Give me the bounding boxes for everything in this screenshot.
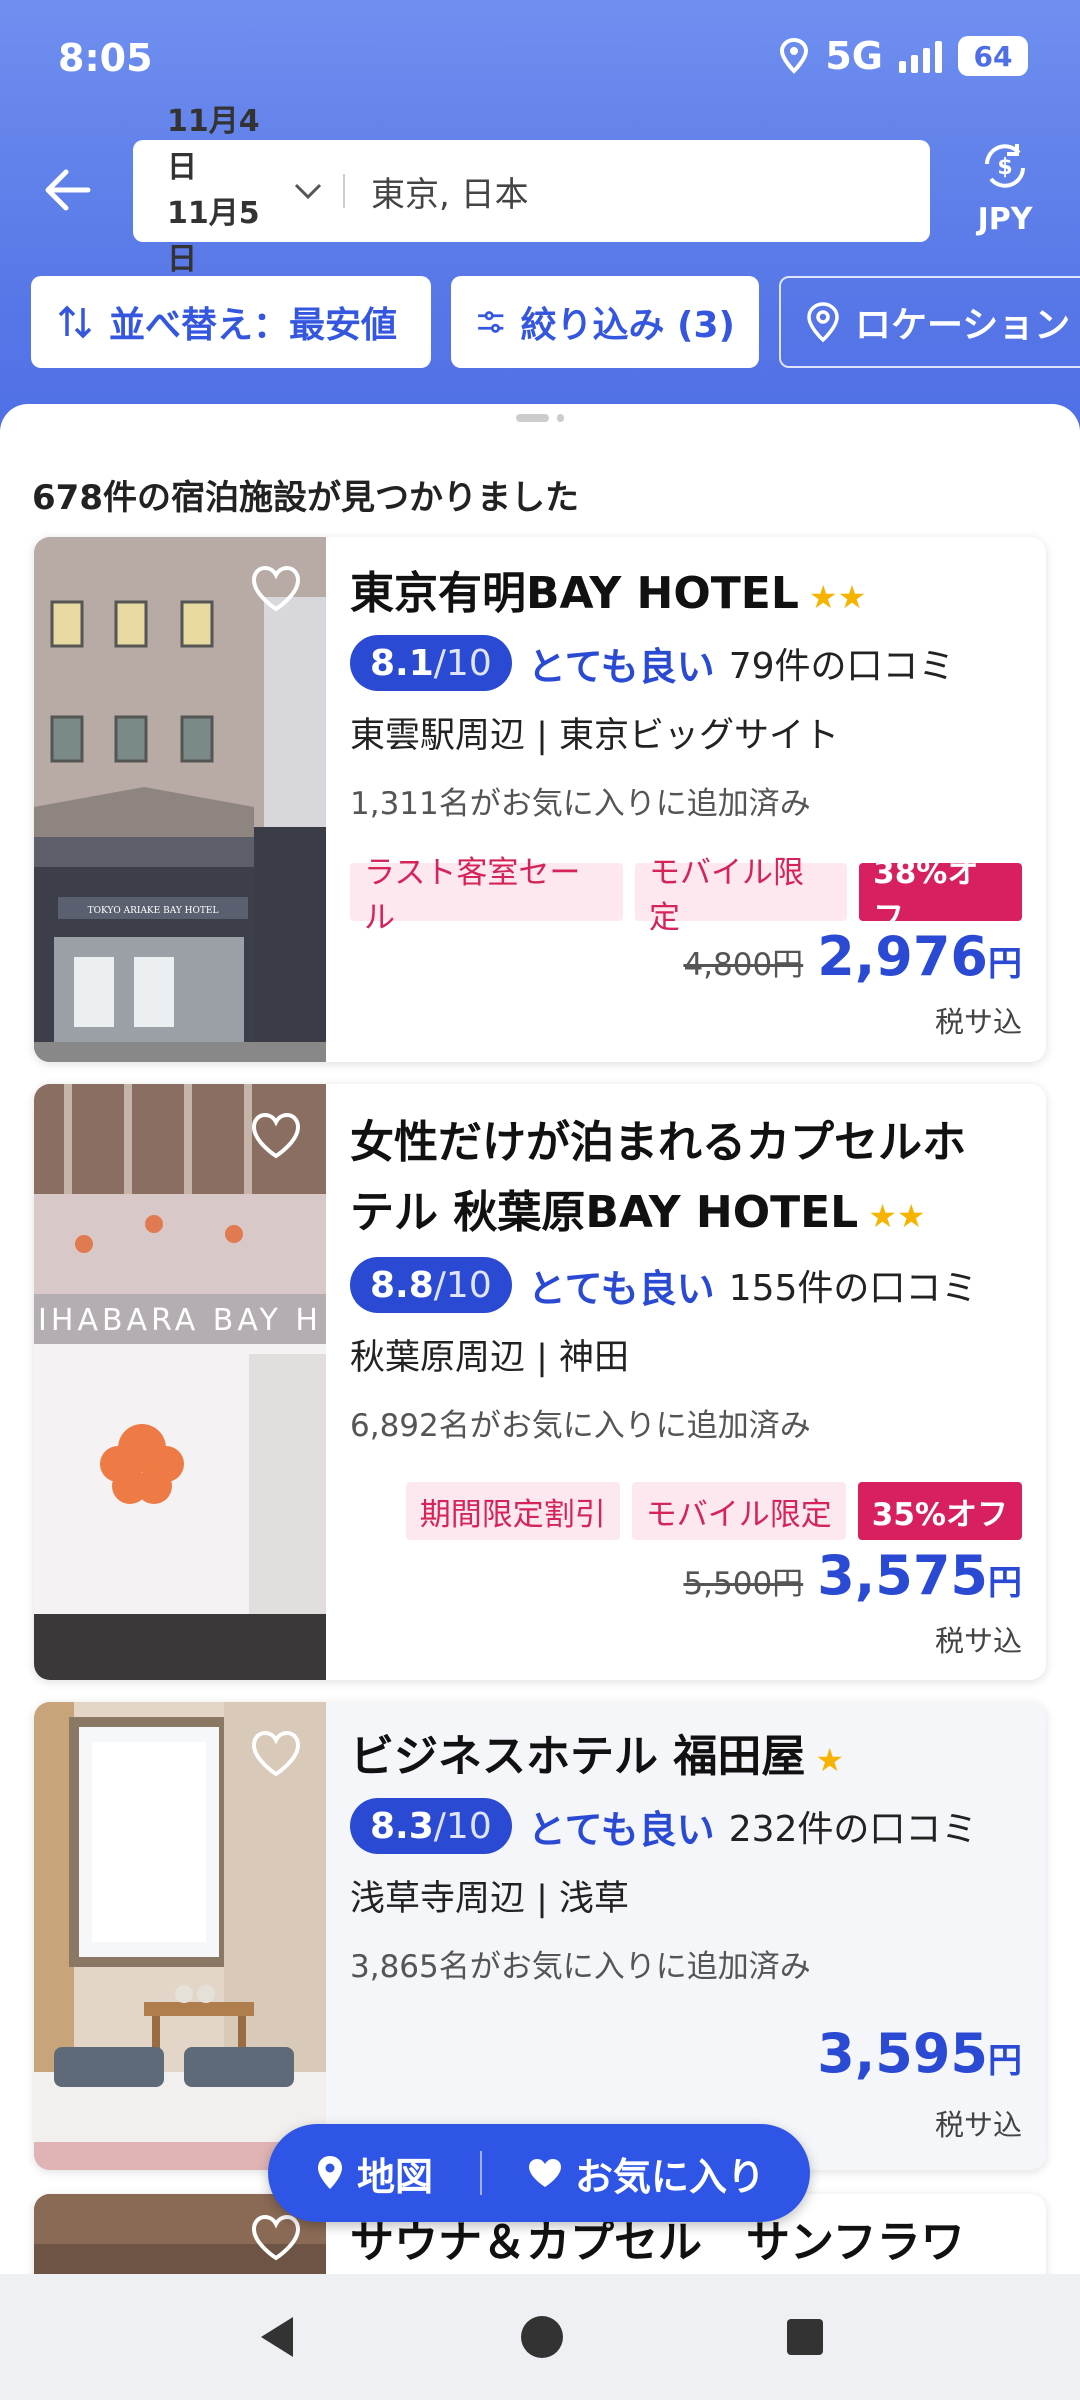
results-count: 678件の宿泊施設が見つかりました [32,478,579,518]
favorite-heart-icon[interactable] [248,563,304,615]
network-label: 5G [825,34,883,78]
favorites-count: 1,311名がお気に入りに追加済み [350,786,811,822]
star-rating: ★★ [808,578,867,616]
sale-badge: 期間限定割引 [405,1482,620,1540]
sale-badge: ラスト客室セール [350,855,623,936]
score-badge: 8.3/10 [350,1798,512,1854]
original-price: 5,500円 [683,1566,804,1602]
score-badge: 8.8/10 [350,1257,512,1313]
check-out-date: 11月5日 [167,196,260,277]
hotel-area: 東雲駅周辺 | 東京ビッグサイト [350,716,840,756]
sort-label: 並べ替え：最安値 [109,305,398,346]
sort-icon [58,305,92,339]
heart-icon [528,2159,561,2187]
favorites-count: 3,865名がお気に入りに追加済み [350,1949,811,1985]
date-range[interactable]: 11月4日 11月5日 [133,99,283,283]
favorites-label: お気に入り [574,2154,765,2199]
current-price: 2,976円 [817,925,1022,988]
sort-chip[interactable]: 並べ替え：最安値 [31,276,431,368]
results-sheet[interactable]: 678件の宿泊施設が見つかりました TOKYO ARIAKE BAY HOTEL [0,404,1080,2274]
favorite-heart-icon[interactable] [248,2212,304,2264]
location-chip-label: ロケーション [855,305,1071,346]
location-pin-icon [807,302,839,343]
rating-text: とても良い [527,1807,715,1852]
map-button[interactable]: 地図 [268,2146,480,2201]
discount-badge: 38%オフ [859,855,1022,936]
favorites-button[interactable]: お気に入り [482,2146,810,2201]
review-count: 232件の口コミ [728,1809,978,1850]
back-arrow-icon[interactable] [38,160,98,220]
rating-text: とても良い [527,644,715,689]
hotel-photo[interactable]: TOKYO ARIAKE BAY HOTEL [34,537,326,1062]
mobile-badge: モバイル限定 [631,1482,846,1540]
rating-text: とても良い [527,1266,715,1311]
favorites-count: 6,892名がお気に入りに追加済み [350,1408,811,1444]
nav-recents-icon[interactable] [785,2317,825,2357]
search-bar[interactable]: 11月4日 11月5日 東京, 日本 [133,104,930,277]
current-price: 3,595円 [817,2022,1022,2085]
location-field[interactable]: 東京, 日本 [371,167,529,216]
location-chip[interactable]: ロケーション [779,276,1080,368]
tax-note: 税サ込 [934,2108,1022,2142]
filter-chip[interactable]: 絞り込み (3) [451,276,759,368]
nav-home-icon[interactable] [519,2314,565,2360]
star-rating: ★ [815,1741,845,1779]
svg-text:$: $ [997,155,1012,180]
status-time: 8:05 [58,36,153,80]
currency-exchange-icon: $ [985,144,1025,188]
system-nav-bar [0,2274,1080,2400]
hotel-sign: IHABARA BAY H [38,1303,322,1338]
filter-label: 絞り込み (3) [520,305,736,346]
filter-chips: 並べ替え：最安値 絞り込み (3) ロケーション [0,276,1080,368]
chevron-down-icon[interactable] [293,181,323,201]
hotel-name: 東京有明BAY HOTEL [350,568,799,619]
tax-note: 税サ込 [934,1624,1022,1658]
location-icon [780,38,809,74]
original-price: 4,800円 [683,947,804,983]
discount-badge: 35%オフ [857,1482,1022,1540]
nav-back-icon[interactable] [255,2313,299,2361]
hotel-card[interactable]: TOKYO ARIAKE BAY HOTEL 東京有明BAY HOTEL ★★ 8… [34,537,1046,1062]
review-count: 155件の口コミ [728,1268,978,1309]
hotel-area: 秋葉原周辺 | 神田 [350,1338,630,1378]
signal-icon [899,39,942,73]
sheet-handle[interactable] [516,414,564,422]
hotel-card[interactable]: IHABARA BAY H 女性だけが泊まれるカプセルホ テル 秋葉原BAY H… [34,1084,1046,1680]
status-bar: 8:05 5G 64 [0,0,1080,115]
currency-label: JPY [977,202,1033,237]
check-in-date: 11月4日 [167,104,260,185]
battery-icon: 64 [958,36,1028,76]
review-count: 79件の口コミ [728,646,955,687]
favorite-heart-icon[interactable] [248,1728,304,1780]
hotel-photo[interactable] [34,1702,326,2170]
hotel-name: ビジネスホテル 福田屋 [350,1731,806,1782]
hotel-photo[interactable]: IHABARA BAY H [34,1084,326,1680]
map-pin-icon [317,2156,342,2189]
filter-icon [478,311,504,333]
currency-button[interactable]: $ JPY [965,138,1045,237]
hotel-name: 女性だけが泊まれるカプセルホ テル 秋葉原BAY HOTEL ★★ [350,1117,966,1238]
hotel-name: サウナ＆カプセル サンフラワ [350,2217,965,2268]
hotel-area: 浅草寺周辺 | 浅草 [350,1879,630,1919]
score-badge: 8.1/10 [350,635,512,691]
tax-note: 税サ込 [934,1005,1022,1039]
header: 8:05 5G 64 11月4日 11月5日 東京, 日本 $ JPY 並べ替え… [0,0,1080,430]
mobile-badge: モバイル限定 [634,855,848,936]
current-price: 3,575円 [817,1544,1022,1607]
map-favorites-pill: 地図 お気に入り [268,2124,810,2222]
star-rating: ★★ [868,1197,926,1235]
hotel-card[interactable]: ビジネスホテル 福田屋 ★ 8.3/10 とても良い 232件の口コミ 浅草寺周辺… [34,1702,1046,2170]
search-divider [343,174,345,208]
hotel-sign: TOKYO ARIAKE BAY HOTEL [88,906,219,916]
map-label: 地図 [356,2154,433,2199]
favorite-heart-icon[interactable] [248,1110,304,1162]
